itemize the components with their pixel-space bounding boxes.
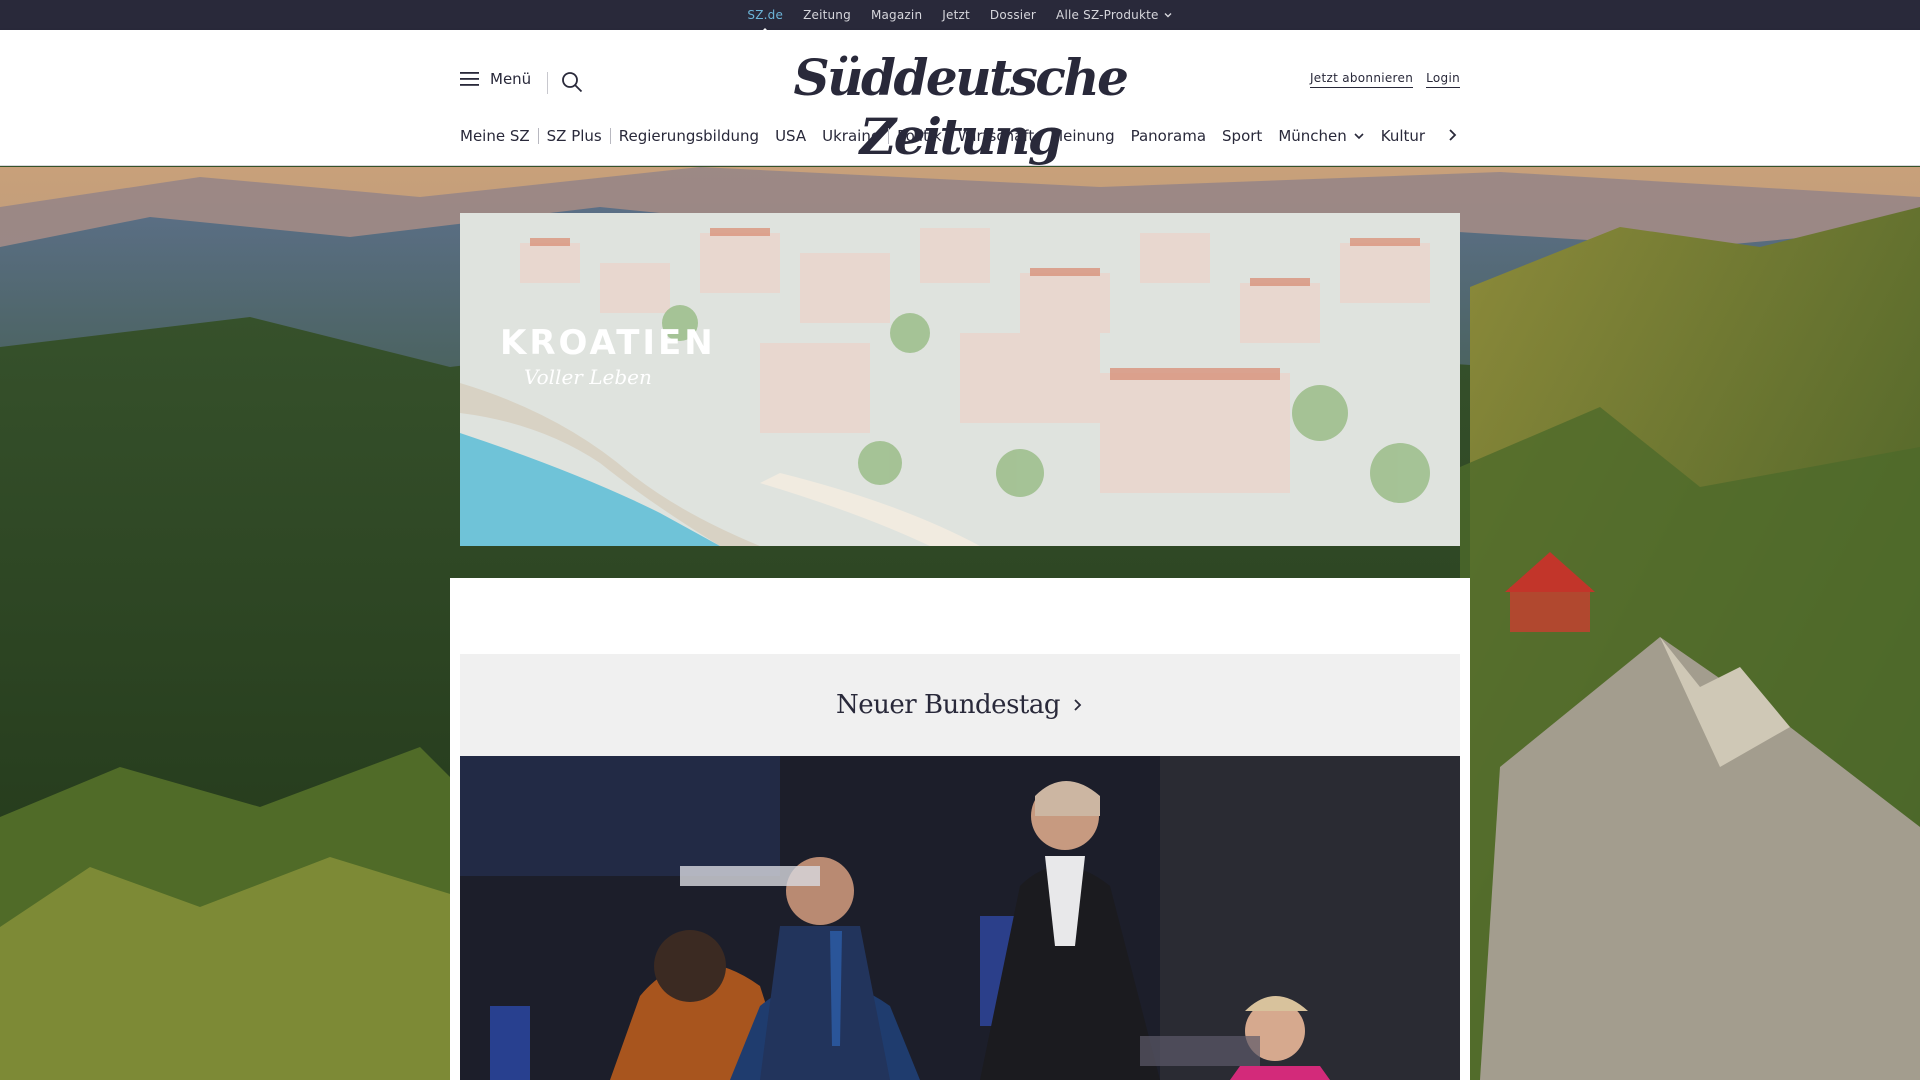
hero-photo [460, 756, 1460, 1080]
nav-scroll-right-button[interactable] [1444, 126, 1460, 148]
nav-item-ukraine[interactable]: Ukraine [814, 127, 888, 145]
header-divider [547, 72, 548, 94]
main-nav: Meine SZ SZ Plus Regierungsbildung USA U… [460, 120, 1460, 152]
menu-button[interactable]: Menü [460, 70, 531, 88]
nav-item-usa[interactable]: USA [767, 127, 814, 145]
ad-tagline-text: Voller Leben [524, 365, 652, 389]
product-link-sz-de[interactable]: SZ.de [747, 8, 783, 33]
menu-label: Menü [490, 70, 532, 88]
product-link-all-products[interactable]: Alle SZ-Produkte [1056, 8, 1173, 22]
hamburger-icon [460, 72, 479, 86]
section-title: Neuer Bundestag [835, 690, 1061, 720]
nav-item-sport[interactable]: Sport [1214, 127, 1270, 145]
nav-item-wirtschaft[interactable]: Wirtschaft [950, 127, 1042, 145]
search-button[interactable] [561, 71, 583, 97]
login-link[interactable]: Login [1426, 71, 1460, 88]
hero-image-bundestag[interactable] [460, 756, 1460, 1080]
nav-item-sz-plus[interactable]: SZ Plus [539, 127, 610, 145]
chevron-down-icon [1354, 133, 1364, 140]
section-header-neuer-bundestag[interactable]: Neuer Bundestag [460, 654, 1460, 756]
product-bar: SZ.de Zeitung Magazin Jetzt Dossier Alle… [0, 0, 1920, 33]
nav-item-politik[interactable]: Politik [889, 127, 950, 145]
chevron-down-icon [1164, 13, 1172, 18]
product-nav: SZ.de Zeitung Magazin Jetzt Dossier Alle… [0, 0, 1920, 33]
header-account-links: Jetzt abonnieren Login [1309, 71, 1460, 88]
ad-brand-logo: KROATIEN Voller Leben [500, 323, 716, 389]
advertisement-banner[interactable]: KROATIEN Voller Leben [460, 213, 1460, 546]
site-header: Menü Süddeutsche Zeitung Jetzt abonniere… [0, 30, 1920, 166]
nav-item-kultur[interactable]: Kultur [1373, 127, 1433, 145]
ad-brand-text: KROATIEN [500, 323, 716, 363]
subscribe-link[interactable]: Jetzt abonnieren [1309, 71, 1414, 88]
nav-item-muenchen[interactable]: München [1270, 127, 1372, 145]
product-link-magazin[interactable]: Magazin [871, 8, 922, 22]
nav-item-panorama[interactable]: Panorama [1123, 127, 1214, 145]
nav-item-meine-sz[interactable]: Meine SZ [460, 127, 538, 145]
chevron-right-icon [1449, 129, 1457, 141]
nav-item-regierungsbildung[interactable]: Regierungsbildung [611, 127, 767, 145]
product-link-zeitung[interactable]: Zeitung [803, 8, 851, 22]
content-panel: Neuer Bundestag [450, 578, 1470, 1080]
chevron-right-icon [1074, 699, 1082, 711]
product-link-dossier[interactable]: Dossier [990, 8, 1036, 22]
nav-item-meinung[interactable]: Meinung [1042, 127, 1122, 145]
search-icon [562, 72, 583, 93]
product-link-jetzt[interactable]: Jetzt [942, 8, 970, 22]
all-products-label: Alle SZ-Produkte [1056, 8, 1159, 22]
nav-item-muenchen-label: München [1278, 127, 1347, 145]
